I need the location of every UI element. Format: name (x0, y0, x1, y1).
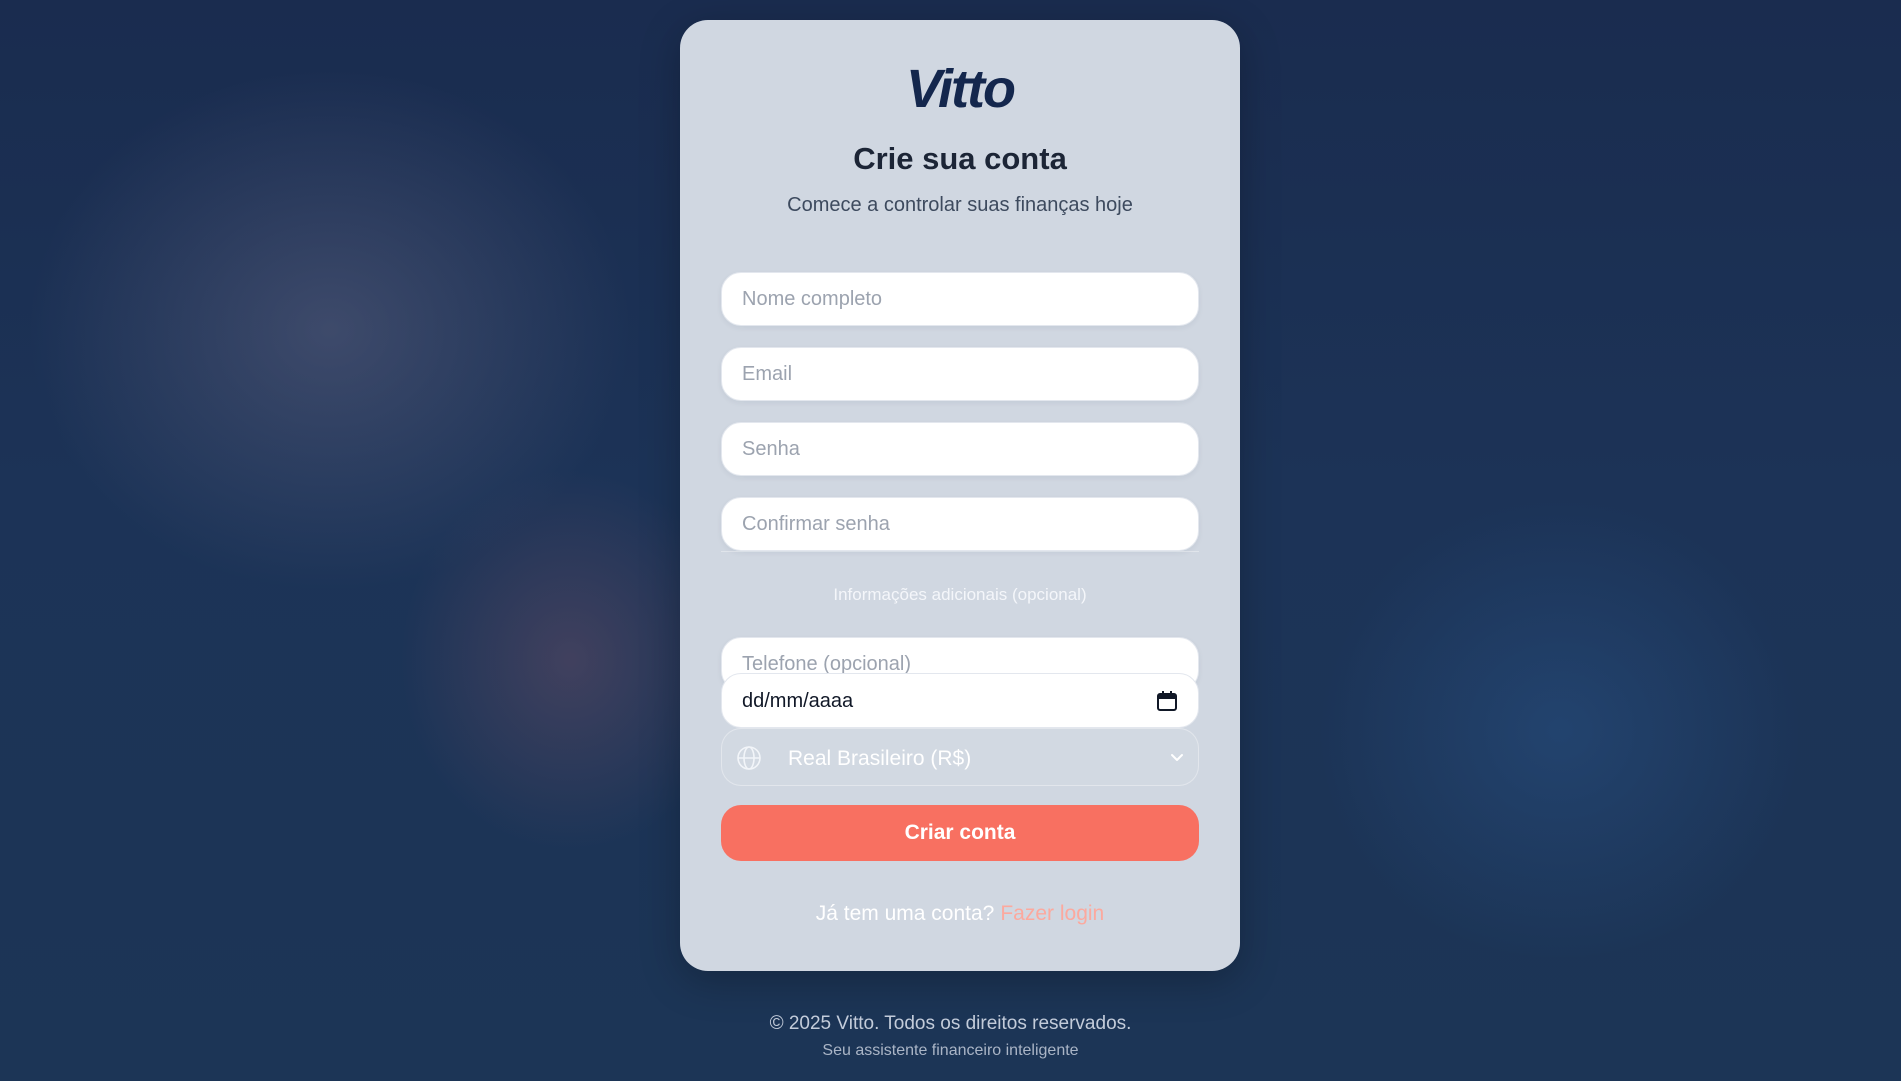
section-divider (721, 551, 1199, 552)
calendar-icon[interactable] (1156, 690, 1178, 712)
globe-icon (737, 746, 761, 770)
email-input[interactable] (721, 347, 1199, 401)
create-account-button[interactable]: Criar conta (721, 805, 1199, 861)
login-prompt-row: Já tem uma conta? Fazer login (680, 902, 1240, 926)
confirm-password-input[interactable] (721, 497, 1199, 551)
login-prompt-text: Já tem uma conta? (815, 902, 995, 925)
currency-select[interactable]: Real Brasileiro (R$) (721, 728, 1199, 786)
footer-tagline: Seu assistente financeiro inteligente (822, 1042, 1079, 1059)
page-title: Crie sua conta (853, 141, 1067, 176)
optional-section-label: Informações adicionais (opcional) (833, 585, 1087, 604)
birthdate-input[interactable]: dd/mm/aaaa (721, 673, 1199, 728)
footer-copyright: © 2025 Vitto. Todos os direitos reservad… (769, 1013, 1132, 1034)
full-name-input[interactable] (721, 272, 1199, 326)
password-input[interactable] (721, 422, 1199, 476)
currency-select-value: Real Brasileiro (R$) (788, 747, 972, 770)
brand-logo: Vitto (906, 59, 1016, 119)
chevron-down-icon (1171, 754, 1183, 761)
signup-card: Vitto Crie sua conta Comece a controlar … (680, 20, 1240, 971)
birthdate-value: dd/mm/aaaa (742, 690, 854, 712)
login-link[interactable]: Fazer login (1000, 902, 1104, 925)
page-subtitle: Comece a controlar suas finanças hoje (787, 194, 1133, 216)
